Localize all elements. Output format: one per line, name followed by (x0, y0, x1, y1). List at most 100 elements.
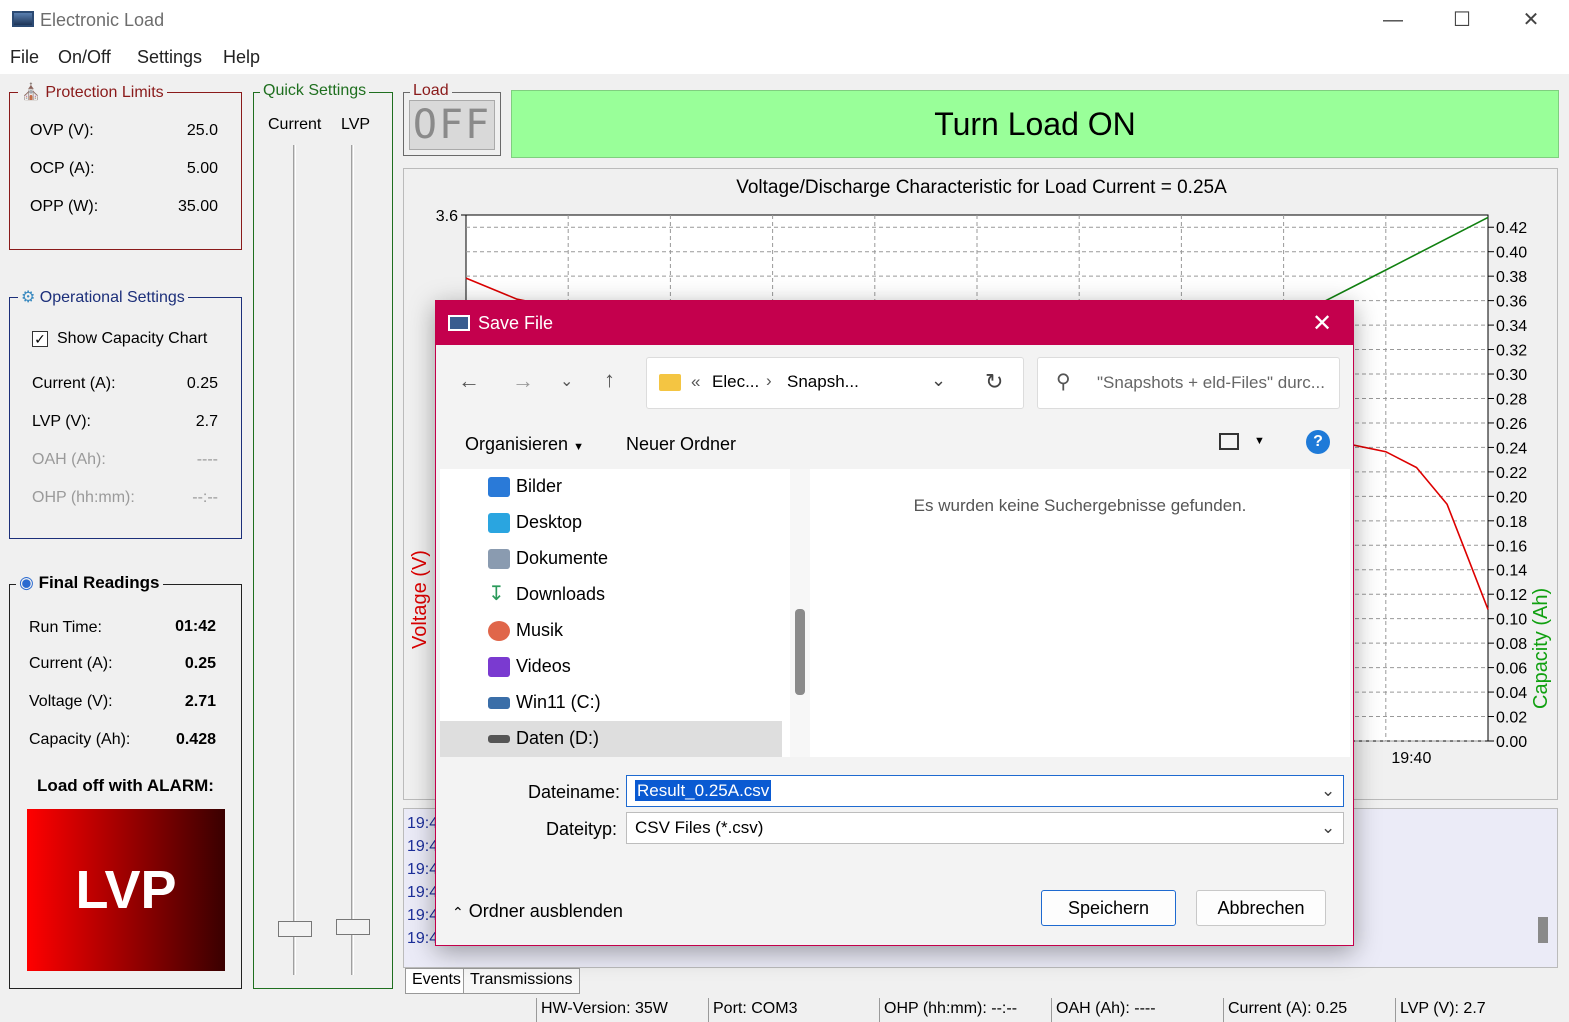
close-button[interactable]: ✕ (1516, 8, 1546, 32)
dropdown-arrow-icon: ▼ (573, 441, 584, 453)
minimize-button[interactable]: — (1378, 8, 1408, 32)
turn-load-on-button[interactable]: Turn Load ON (511, 90, 1559, 158)
address-bar[interactable]: « Elec... › Snapsh... ⌄ ↻ (646, 357, 1024, 409)
dialog-app-icon (448, 315, 470, 331)
cancel-button[interactable]: Abbrechen (1196, 890, 1326, 926)
log-line: 19:4 (407, 815, 439, 832)
organize-button[interactable]: Organisieren ▼ (465, 434, 584, 455)
app-icon (12, 11, 34, 27)
menu-help[interactable]: Help (223, 47, 260, 68)
dialog-title: Save File (478, 313, 554, 333)
path-segment[interactable]: Snapsh... (787, 372, 859, 392)
tree-item-videos[interactable]: Videos (440, 649, 782, 685)
tree-item-desktop[interactable]: Desktop (440, 505, 782, 541)
menu-settings[interactable]: Settings (137, 47, 202, 68)
forward-arrow-icon[interactable]: → (512, 368, 534, 394)
final-capacity-value: 0.428 (175, 731, 216, 748)
tab-events[interactable]: Events (405, 968, 468, 994)
y2-tick-label: 0.22 (1496, 465, 1527, 482)
show-capacity-checkbox[interactable]: ✓ (32, 331, 48, 347)
menu-file[interactable]: File (10, 47, 39, 68)
hide-folders-toggle[interactable]: ⌃ Ordner ausblenden (452, 901, 623, 922)
status-current: Current (A): 0.25 (1223, 998, 1351, 1022)
ocp-value: 5.00 (186, 160, 218, 177)
path-separator-icon: › (766, 371, 772, 390)
filetype-select[interactable]: CSV Files (*.csv) ⌄ (626, 812, 1344, 844)
back-arrow-icon[interactable]: ← (458, 368, 480, 394)
quick-settings-title: Quick Settings (260, 82, 370, 100)
tree-scrollbar[interactable] (790, 469, 810, 757)
load-title: Load (410, 82, 452, 100)
log-line: 19:4 (407, 861, 439, 878)
filetype-label: Dateityp: (546, 819, 618, 839)
chevron-up-icon: ⌃ (452, 904, 464, 920)
pictures-icon (488, 477, 510, 497)
log-scrollbar-thumb[interactable] (1538, 917, 1548, 943)
no-results-message: Es wurden keine Suchergebnisse gefunden. (913, 496, 1247, 515)
y2-tick-label: 0.04 (1496, 685, 1527, 702)
tab-transmissions[interactable]: Transmissions (463, 968, 580, 994)
y2-tick-label: 0.24 (1496, 440, 1527, 457)
view-dropdown-icon[interactable]: ▼ (1254, 435, 1265, 447)
path-dropdown-icon[interactable]: ⌄ (931, 370, 946, 391)
op-lvp-label: LVP (V): (32, 413, 91, 430)
protection-limits-title: ⛪ Protection Limits (18, 82, 167, 102)
op-oah-label: OAH (Ah): (32, 451, 106, 468)
tree-item-musik[interactable]: Musik (440, 613, 782, 649)
current-slider-track (293, 145, 296, 975)
path-overflow[interactable]: « (691, 372, 700, 392)
op-oah-value: ---- (196, 451, 218, 468)
tree-scrollbar-thumb[interactable] (795, 609, 805, 695)
y2-tick-label: 0.00 (1496, 734, 1527, 751)
op-ohp-value: --:-- (192, 489, 218, 506)
ovp-value: 25.0 (186, 122, 218, 139)
help-icon[interactable]: ? (1306, 430, 1330, 454)
log-line: 19:4 (407, 907, 439, 924)
y2-axis-label: Capacity (Ah) (1530, 588, 1552, 709)
search-field[interactable]: ⚲ "Snapshots + eld-Files" durc... (1037, 357, 1340, 409)
tree-item-dokumente[interactable]: Dokumente (440, 541, 782, 577)
quick-settings-group (253, 92, 393, 989)
current-slider-thumb[interactable] (278, 921, 312, 937)
opp-value: 35.00 (177, 198, 218, 215)
maximize-button[interactable]: ☐ (1447, 8, 1477, 32)
y2-tick-label: 0.18 (1496, 514, 1527, 531)
alarm-indicator: LVP (27, 809, 225, 971)
file-list: Es wurden keine Suchergebnisse gefunden. (810, 469, 1350, 757)
filetype-dropdown-icon[interactable]: ⌄ (1321, 818, 1335, 838)
final-voltage-label: Voltage (V): (29, 693, 113, 710)
new-folder-button[interactable]: Neuer Ordner (626, 434, 736, 455)
filetype-value: CSV Files (*.csv) (635, 818, 764, 837)
music-icon (488, 621, 510, 641)
y2-tick-label: 0.16 (1496, 538, 1527, 555)
filename-input[interactable]: Result_0.25A.csv ⌄ (626, 775, 1344, 807)
view-icon[interactable] (1219, 433, 1239, 450)
menu-bar: File On/Off Settings Help (0, 40, 1569, 74)
lvp-slider-thumb[interactable] (336, 919, 370, 935)
path-segment[interactable]: Elec... (712, 372, 759, 392)
filename-dropdown-icon[interactable]: ⌄ (1321, 781, 1335, 801)
tree-item-daten[interactable]: Daten (D:) (440, 721, 782, 757)
tree-item-win11[interactable]: Win11 (C:) (440, 685, 782, 721)
recent-chevron-icon[interactable]: ⌄ (560, 371, 573, 391)
tree-item-downloads[interactable]: ↧ Downloads (440, 577, 782, 613)
load-display: OFF (409, 100, 495, 150)
documents-icon (488, 549, 510, 569)
y2-tick-label: 0.36 (1496, 294, 1527, 311)
final-voltage-value: 2.71 (184, 693, 216, 710)
operational-settings-title: ⚙ Operational Settings (18, 287, 188, 307)
status-hw-version: HW-Version: 35W (536, 998, 672, 1022)
y2-tick-label: 0.42 (1496, 220, 1527, 237)
save-button[interactable]: Speichern (1041, 890, 1176, 926)
final-current-value: 0.25 (184, 655, 216, 672)
filename-label: Dateiname: (528, 782, 621, 802)
refresh-icon[interactable]: ↻ (985, 369, 1003, 395)
dialog-close-icon[interactable]: ✕ (1312, 309, 1332, 338)
ovp-label: OVP (V): (30, 122, 94, 139)
up-arrow-icon[interactable]: ↑ (604, 367, 615, 393)
status-ohp: OHP (hh:mm): --:-- (879, 998, 1021, 1022)
menu-onoff[interactable]: On/Off (58, 47, 111, 68)
gear-icon: ⚙ (21, 289, 36, 306)
show-capacity-label: Show Capacity Chart (57, 330, 208, 347)
tree-item-bilder[interactable]: Bilder (440, 469, 782, 505)
